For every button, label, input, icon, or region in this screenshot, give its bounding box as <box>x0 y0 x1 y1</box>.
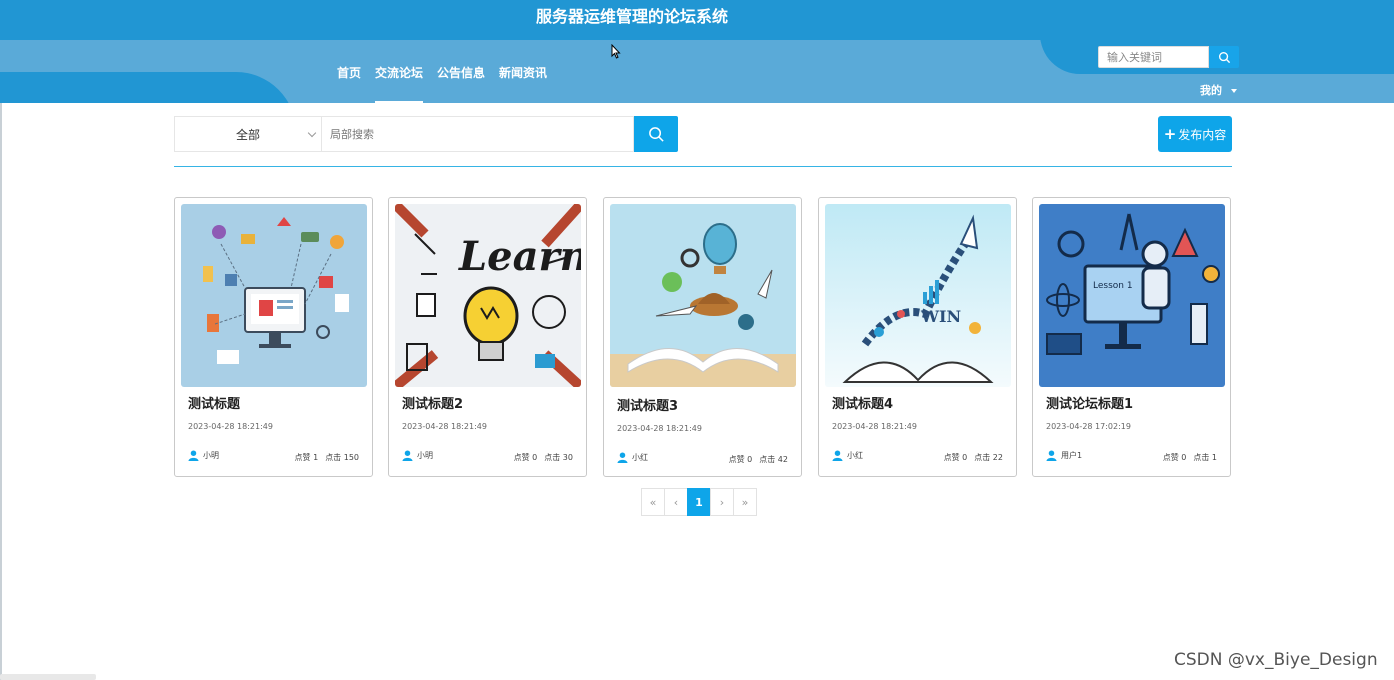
section-divider <box>174 166 1232 167</box>
post-stats: 点赞 0 点击 42 <box>729 454 788 465</box>
forum-page: 服务器运维管理的论坛系统 首页 交流论坛 公告信息 新闻资讯 我的 全部 <box>0 0 1394 680</box>
post-stats: 点赞 0 点击 1 <box>1163 452 1217 463</box>
post-thumbnail: Lesson 1 <box>1039 204 1225 387</box>
plus-icon: + <box>1163 125 1177 143</box>
user-icon <box>188 450 199 461</box>
user-menu[interactable]: 我的 <box>1200 82 1237 98</box>
caret-down-icon <box>1231 89 1237 93</box>
post-date: 2023-04-28 18:21:49 <box>617 424 702 433</box>
post-likes: 点赞 0 <box>513 453 538 462</box>
post-clicks: 点击 1 <box>1193 453 1217 462</box>
post-clicks: 点击 30 <box>544 453 573 462</box>
post-card[interactable]: 测试标题3 2023-04-28 18:21:49 小红 点赞 0 点击 42 <box>603 197 802 477</box>
nav-item-forum[interactable]: 交流论坛 <box>368 40 430 103</box>
user-icon <box>402 450 413 461</box>
post-likes: 点赞 1 <box>294 453 319 462</box>
page-next-button[interactable]: › <box>710 488 734 516</box>
post-stats: 点赞 0 点击 30 <box>514 452 573 463</box>
post-clicks: 点击 150 <box>325 453 359 462</box>
page-prev-button[interactable]: ‹ <box>664 488 688 516</box>
post-author-name: 用户1 <box>1061 451 1083 460</box>
page-last-button[interactable]: » <box>733 488 757 516</box>
decorative-wave-left <box>0 72 296 103</box>
category-select[interactable]: 全部 <box>174 116 321 152</box>
thumb-lesson-text: Lesson 1 <box>1093 281 1133 291</box>
page-left-border <box>0 103 2 680</box>
post-card[interactable]: Lesson 1 测试论坛标题1 2023-04-28 17:02:19 用户1 <box>1032 197 1231 477</box>
post-author-name: 小明 <box>203 451 219 460</box>
user-icon <box>1046 450 1057 461</box>
user-menu-label: 我的 <box>1200 84 1222 97</box>
post-card[interactable]: 测试标题 2023-04-28 18:21:49 小明 点赞 1 点击 150 <box>174 197 373 477</box>
page-first-button[interactable]: « <box>641 488 665 516</box>
post-author: 用户1 <box>1046 450 1082 461</box>
post-likes: 点赞 0 <box>1162 453 1187 462</box>
post-author: 小明 <box>402 450 433 461</box>
post-thumbnail: WIN <box>825 204 1011 387</box>
nav-item-home[interactable]: 首页 <box>330 40 368 103</box>
post-likes: 点赞 0 <box>943 453 968 462</box>
post-date: 2023-04-28 18:21:49 <box>188 422 273 431</box>
header-search <box>1098 46 1239 68</box>
category-selected-label: 全部 <box>235 127 260 142</box>
local-search-input[interactable] <box>321 116 634 152</box>
publish-label: 发布内容 <box>1178 127 1227 142</box>
post-thumbnail <box>610 204 796 387</box>
post-author: 小红 <box>617 452 648 463</box>
post-clicks: 点击 42 <box>759 455 788 464</box>
user-icon <box>832 450 843 461</box>
chevron-down-icon <box>307 128 317 138</box>
post-date: 2023-04-28 18:21:49 <box>832 422 917 431</box>
post-title[interactable]: 测试标题4 <box>832 393 893 412</box>
user-icon <box>617 452 628 463</box>
nav-band: 首页 交流论坛 公告信息 新闻资讯 我的 <box>0 40 1394 103</box>
top-header-bar: 服务器运维管理的论坛系统 <box>0 0 1394 40</box>
post-thumbnail <box>181 204 367 387</box>
post-author: 小明 <box>188 450 219 461</box>
mouse-cursor-icon <box>611 44 621 59</box>
local-search-button[interactable] <box>634 116 678 152</box>
header-search-button[interactable] <box>1209 46 1239 68</box>
search-icon <box>1218 51 1230 63</box>
post-author-name: 小红 <box>632 453 648 462</box>
site-title: 服务器运维管理的论坛系统 <box>535 7 728 26</box>
post-date: 2023-04-28 17:02:19 <box>1046 422 1131 431</box>
publish-button[interactable]: + 发布内容 <box>1158 116 1232 152</box>
search-icon <box>648 126 664 142</box>
post-author-name: 小红 <box>847 451 863 460</box>
post-author: 小红 <box>832 450 863 461</box>
post-clicks: 点击 22 <box>974 453 1003 462</box>
post-title[interactable]: 测试标题3 <box>617 395 678 414</box>
post-title[interactable]: 测试论坛标题1 <box>1046 393 1133 412</box>
post-card[interactable]: WIN 测试标题4 2023-04-28 18:21:49 小红 点赞 0 点击 … <box>818 197 1017 477</box>
post-thumbnail: Learn <box>395 204 581 387</box>
page-current-button[interactable]: 1 <box>687 488 711 516</box>
thumb-win-text: WIN <box>920 307 961 326</box>
header-search-input[interactable] <box>1098 46 1209 68</box>
watermark: CSDN @vx_Biye_Design <box>1174 650 1378 670</box>
thumb-learn-text: Learn <box>458 233 581 280</box>
post-stats: 点赞 0 点击 22 <box>944 452 1003 463</box>
nav-item-notices[interactable]: 公告信息 <box>430 40 492 103</box>
post-date: 2023-04-28 18:21:49 <box>402 422 487 431</box>
post-author-name: 小明 <box>417 451 433 460</box>
pagination: « ‹ 1 › » <box>641 488 757 516</box>
post-title[interactable]: 测试标题2 <box>402 393 463 412</box>
status-bar <box>0 674 96 680</box>
filter-bar: 全部 <box>174 116 678 152</box>
post-card[interactable]: Learn 测试标题2 2023-04-28 18:21:49 小明 点赞 0点… <box>388 197 587 477</box>
post-stats: 点赞 1 点击 150 <box>295 452 359 463</box>
post-likes: 点赞 0 <box>728 455 753 464</box>
post-title[interactable]: 测试标题 <box>188 393 240 412</box>
main-nav: 首页 交流论坛 公告信息 新闻资讯 <box>330 40 554 103</box>
nav-item-news[interactable]: 新闻资讯 <box>492 40 554 103</box>
